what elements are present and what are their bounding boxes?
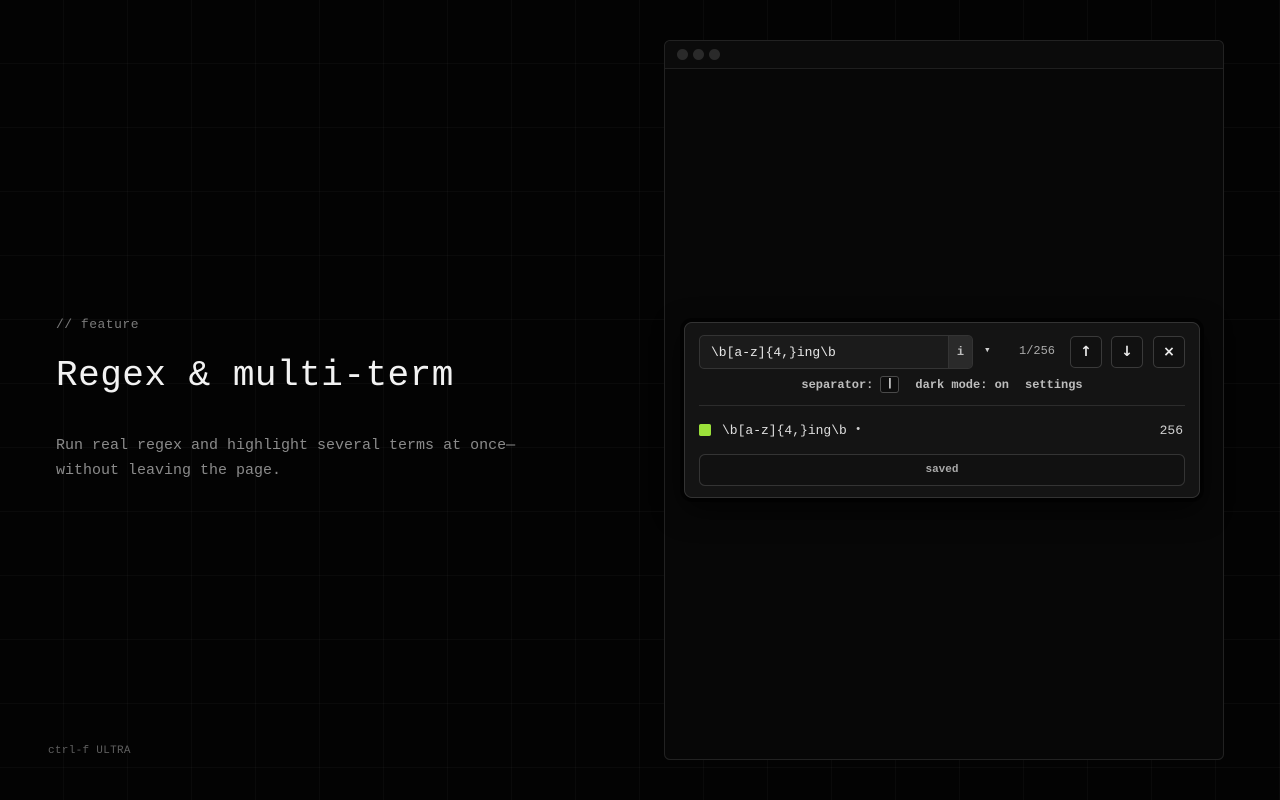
close-button[interactable]: × [1153, 336, 1185, 368]
browser-titlebar [665, 41, 1223, 69]
window-dot-icon [693, 49, 704, 60]
term-status-dot: • [854, 424, 862, 436]
section-eyebrow: // feature [56, 317, 140, 332]
saved-button[interactable]: saved [699, 454, 1185, 486]
window-dot-icon [677, 49, 688, 60]
window-dot-icon [709, 49, 720, 60]
separator-key[interactable]: | [880, 376, 900, 393]
find-panel: i ▾ 1/256 ↑ ↓ × separator: | dark mode: … [684, 322, 1200, 498]
search-box: i [699, 335, 973, 369]
arrow-up-icon: ↑ [1080, 344, 1092, 360]
feature-description: Run real regex and highlight several ter… [56, 437, 516, 479]
separator-label: separator: [801, 377, 874, 392]
term-pattern: \b[a-z]{4,}ing\b [722, 422, 847, 438]
divider [699, 405, 1185, 406]
settings-link[interactable]: settings [1025, 378, 1083, 392]
brand-wordmark: ctrl-f ULTRA [48, 745, 131, 757]
term-list-item[interactable]: \b[a-z]{4,}ing\b • 256 [699, 422, 1185, 438]
search-row: i ▾ 1/256 ↑ ↓ × [699, 335, 1185, 369]
dark-mode-toggle[interactable]: dark mode: on [915, 378, 1009, 392]
term-match-count: 256 [1159, 422, 1183, 438]
term-color-swatch[interactable] [699, 424, 711, 436]
previous-match-button[interactable]: ↑ [1070, 336, 1102, 368]
case-insensitive-toggle[interactable]: i [948, 336, 972, 368]
search-input[interactable] [700, 336, 948, 368]
chevron-down-icon[interactable]: ▾ [984, 343, 991, 357]
arrow-down-icon: ↓ [1121, 344, 1133, 360]
page-title: Regex & multi-term [56, 355, 454, 396]
next-match-button[interactable]: ↓ [1111, 336, 1143, 368]
options-row: separator: | dark mode: on settings [685, 376, 1199, 393]
match-counter: 1/256 [1019, 344, 1056, 358]
close-icon: × [1163, 344, 1175, 360]
